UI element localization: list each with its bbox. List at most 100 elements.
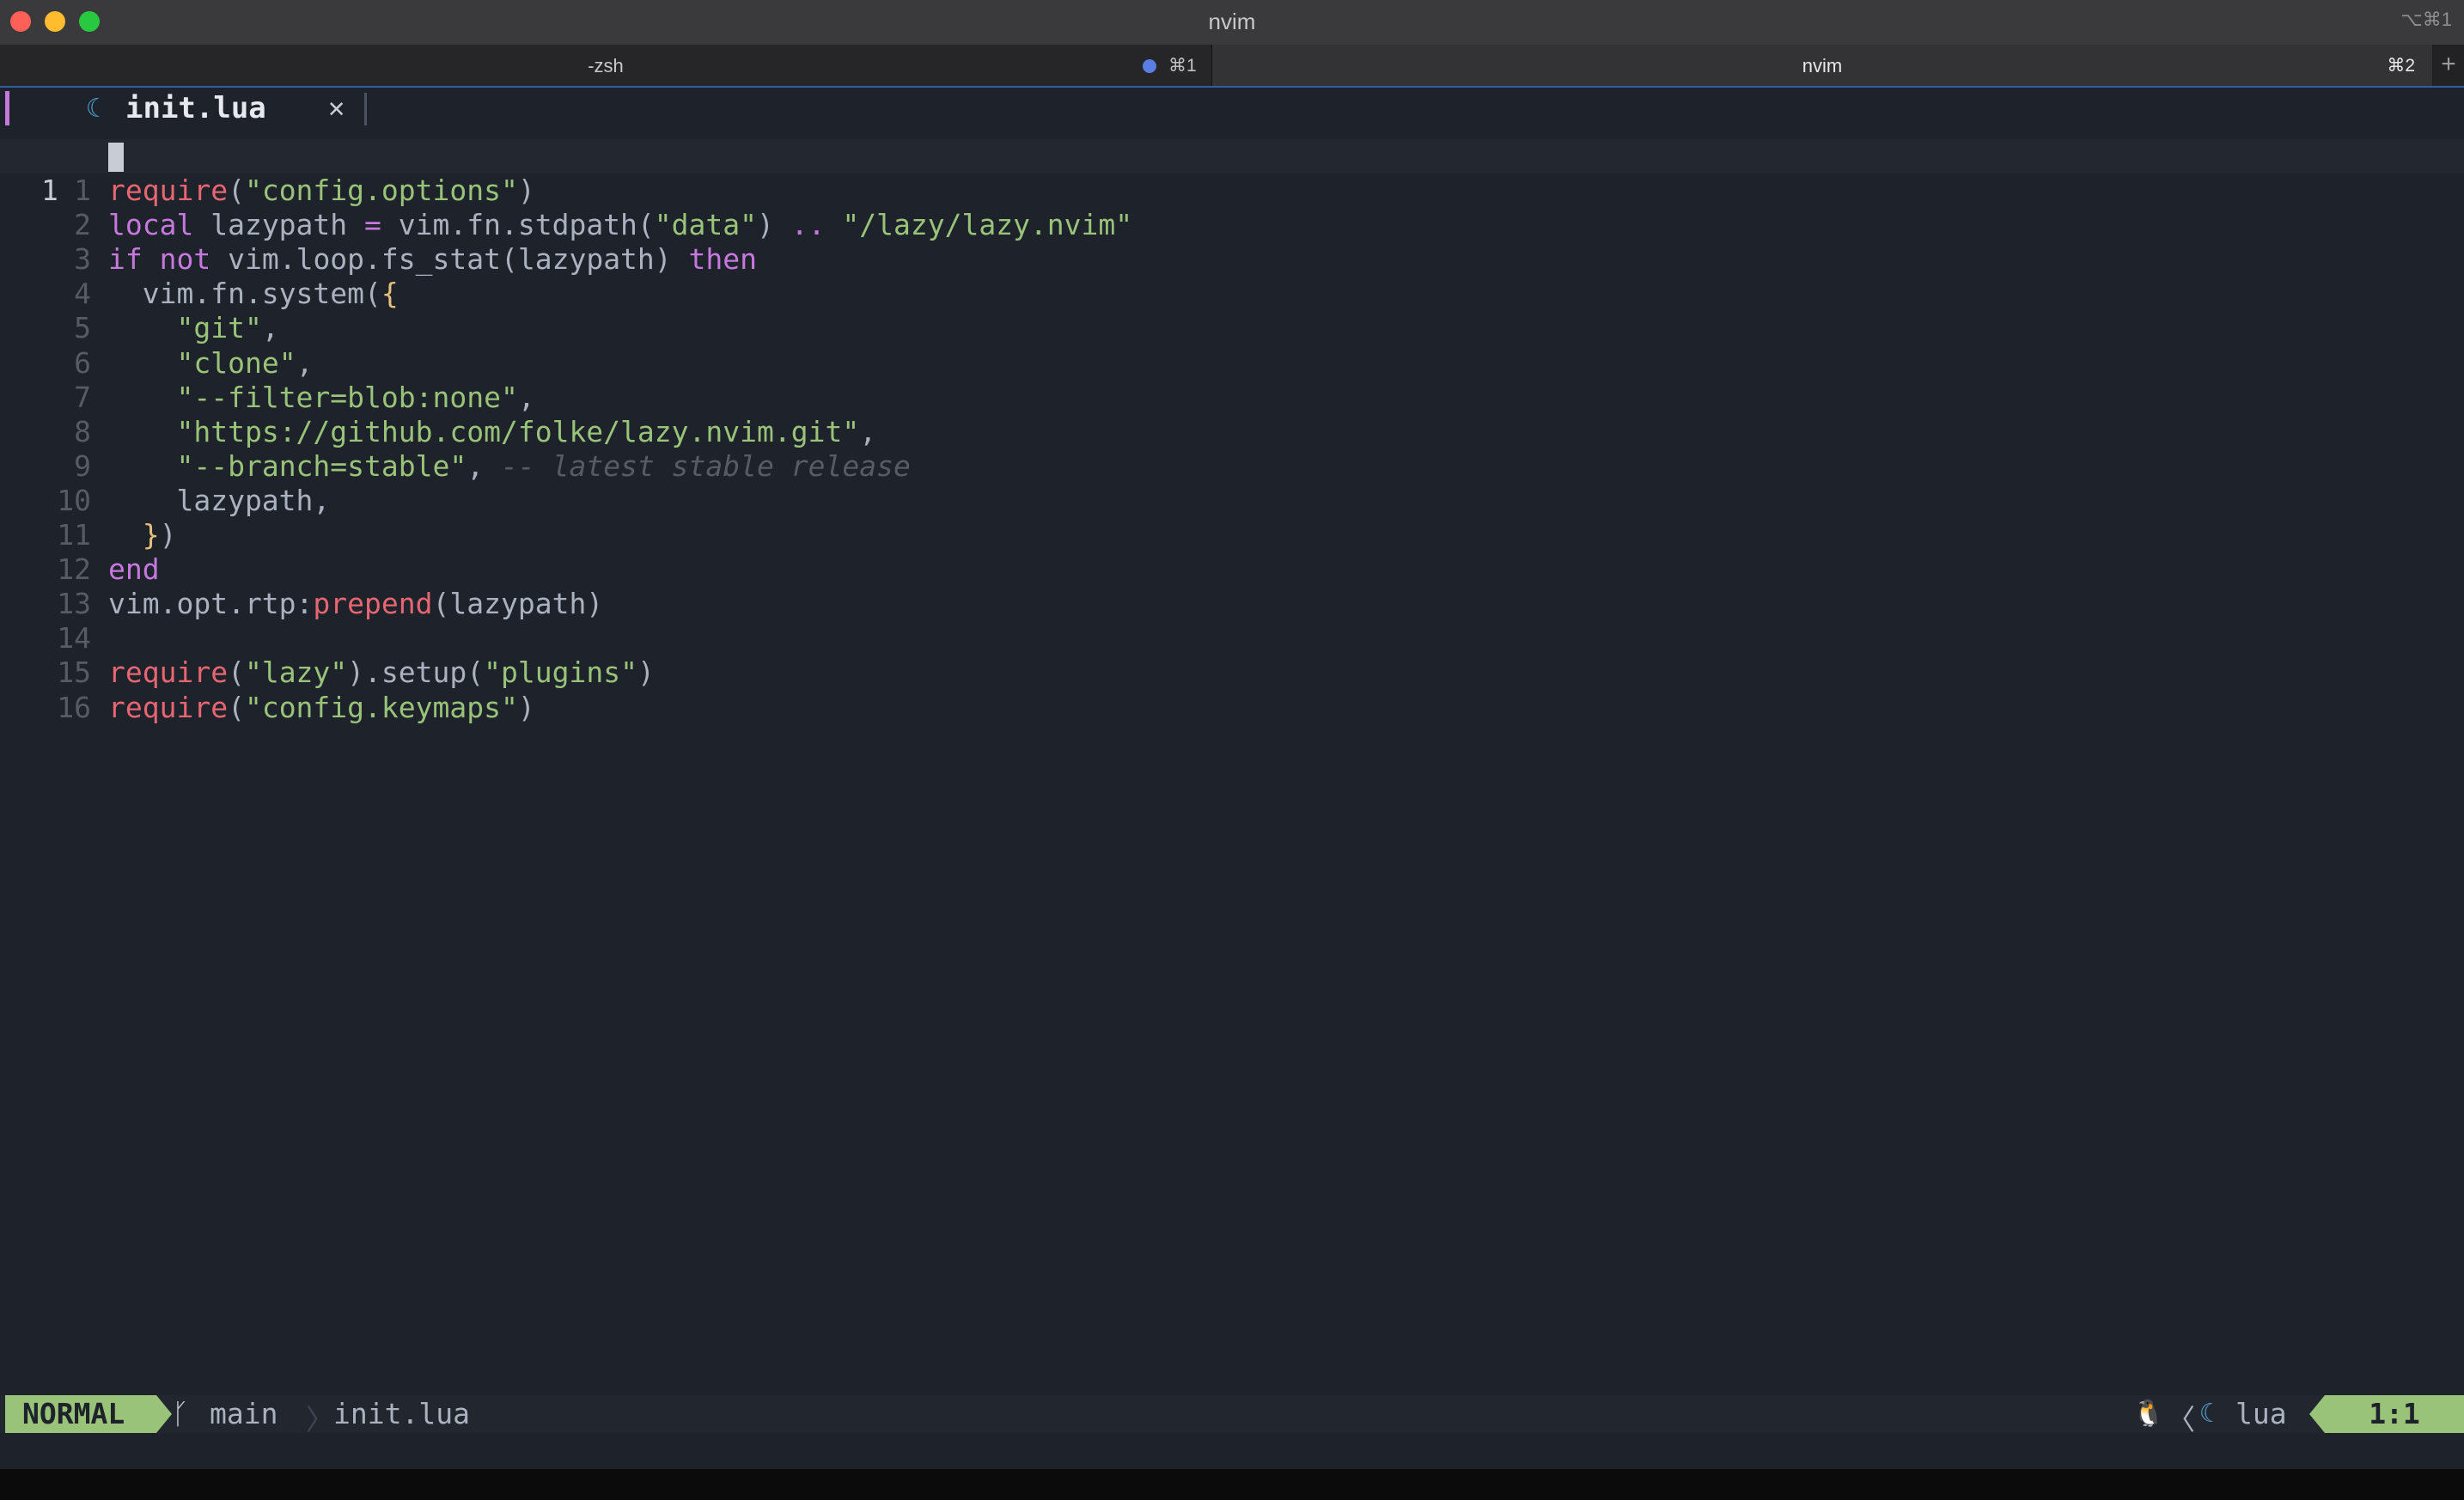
code-line[interactable]: 16 require("config.keymaps") bbox=[0, 691, 2464, 725]
close-buffer-icon[interactable]: ✕ bbox=[328, 91, 345, 124]
code-line[interactable]: 5 "git", bbox=[0, 311, 2464, 345]
line-number: 9 bbox=[74, 448, 91, 483]
code-text: if not vim.loop.fs_stat(lazypath) then bbox=[108, 242, 757, 277]
activity-dot-icon bbox=[1143, 59, 1156, 73]
code-token: ) bbox=[517, 690, 535, 724]
line-number: 2 bbox=[74, 208, 91, 242]
code-line[interactable]: 1 require("config.options") bbox=[0, 174, 2464, 208]
code-text: require("config.options") bbox=[108, 174, 535, 208]
terminal-window: nvim ⌥⌘1 -zsh ⌘1 nvim ⌘2 + ☾ init.lua ✕ … bbox=[0, 0, 2464, 1500]
code-text: require("lazy").setup("plugins") bbox=[108, 655, 655, 690]
cursor-position: 1:1 bbox=[2325, 1395, 2464, 1433]
line-number: 7 bbox=[74, 380, 91, 414]
line-number: 6 bbox=[74, 345, 91, 380]
line-number: 13 bbox=[57, 587, 91, 621]
code-token: = bbox=[364, 208, 381, 242]
neovim-editor[interactable]: ☾ init.lua ✕ 1 1 require("config.options"… bbox=[0, 88, 2464, 1460]
code-token: .. bbox=[790, 208, 826, 242]
code-token: "git" bbox=[176, 311, 262, 345]
code-area[interactable]: 1 1 require("config.options") 2 local lazyp… bbox=[0, 139, 2464, 725]
code-token: , bbox=[467, 448, 501, 483]
status-line: NORMAL ᚴ main 〉 init.lua 🐧 〈 ☾ lua 1:1 bbox=[0, 1395, 2464, 1436]
terminal-tab-label: -zsh bbox=[588, 55, 624, 76]
code-line[interactable]: 7 "--filter=blob:none", bbox=[0, 381, 2464, 415]
code-text: local lazypath = vim.fn.stdpath("data") … bbox=[108, 208, 1132, 242]
code-text: "--filter=blob:none", bbox=[108, 381, 534, 415]
git-branch: main bbox=[210, 1397, 278, 1430]
command-line[interactable] bbox=[0, 1433, 2464, 1469]
code-token: } bbox=[142, 518, 160, 552]
code-token: require bbox=[108, 690, 229, 724]
code-token: vim.opt.rtp: bbox=[108, 587, 314, 621]
mode-indicator: NORMAL bbox=[5, 1395, 156, 1433]
terminal-tab-nvim[interactable]: nvim ⌘2 bbox=[1212, 45, 2432, 86]
code-token: -- latest stable release bbox=[501, 448, 911, 483]
terminal-tab-zsh[interactable]: -zsh ⌘1 bbox=[0, 45, 1212, 86]
buffer-name: init.lua bbox=[125, 91, 266, 125]
code-line[interactable]: 6 "clone", bbox=[0, 346, 2464, 381]
text-cursor bbox=[108, 143, 124, 172]
code-token: lazypath bbox=[193, 208, 365, 242]
code-line[interactable]: 4 vim.fn.system({ bbox=[0, 277, 2464, 311]
code-line-current[interactable]: 1 bbox=[0, 139, 2464, 207]
code-text: vim.fn.system({ bbox=[108, 277, 399, 311]
code-token: , bbox=[296, 345, 314, 380]
code-text: require("config.keymaps") bbox=[108, 691, 535, 725]
code-line[interactable]: 15 require("lazy").setup("plugins") bbox=[0, 655, 2464, 690]
buffer-line: ☾ init.lua ✕ bbox=[0, 88, 2464, 129]
code-text: vim.opt.rtp:prepend(lazypath) bbox=[108, 587, 603, 621]
code-line[interactable]: 8 "https://github.com/folke/lazy.nvim.gi… bbox=[0, 415, 2464, 449]
line-number: 10 bbox=[57, 483, 91, 517]
code-token: ) bbox=[517, 174, 535, 208]
code-token: vim.fn.system( bbox=[108, 277, 381, 311]
code-token: "clone" bbox=[176, 345, 296, 380]
code-token: ).setup( bbox=[347, 655, 485, 690]
line-number: 3 bbox=[74, 242, 91, 277]
code-text: "git", bbox=[108, 311, 279, 345]
lua-file-icon: ☾ bbox=[86, 94, 102, 124]
code-line[interactable]: 11 }) bbox=[0, 518, 2464, 552]
code-token: "plugins" bbox=[484, 655, 637, 690]
code-token: require bbox=[108, 655, 229, 690]
code-token: "/lazy/lazy.nvim" bbox=[842, 208, 1133, 242]
line-number: 1 bbox=[74, 174, 91, 208]
code-token: if bbox=[108, 242, 143, 277]
window-title: nvim bbox=[1208, 9, 1256, 34]
code-token: "config.options" bbox=[244, 174, 518, 208]
lua-file-icon: ☾ bbox=[2199, 1399, 2216, 1429]
new-tab-button[interactable]: + bbox=[2433, 45, 2464, 86]
code-line[interactable]: 10 lazypath, bbox=[0, 484, 2464, 518]
line-number: 12 bbox=[57, 552, 91, 587]
code-text: lazypath, bbox=[108, 484, 330, 518]
code-token: , bbox=[261, 311, 279, 345]
terminal-tab-shortcut: ⌘1 bbox=[1168, 56, 1197, 76]
code-line[interactable]: 13 vim.opt.rtp:prepend(lazypath) bbox=[0, 587, 2464, 621]
code-token: ( bbox=[228, 655, 245, 690]
code-token: ( bbox=[228, 690, 245, 724]
code-token: ) bbox=[757, 208, 791, 242]
code-line[interactable]: 9 "--branch=stable", -- latest stable re… bbox=[0, 449, 2464, 484]
code-text: "--branch=stable", -- latest stable rele… bbox=[108, 448, 911, 484]
linux-penguin-icon: 🐧 bbox=[2132, 1399, 2165, 1429]
code-line[interactable]: 2 local lazypath = vim.fn.stdpath("data")… bbox=[0, 208, 2464, 242]
git-branch-icon: ᚴ bbox=[172, 1397, 189, 1430]
code-token: "config.keymaps" bbox=[244, 690, 518, 724]
section-separator: 〉 bbox=[306, 1403, 334, 1436]
code-line[interactable]: 3 if not vim.loop.fs_stat(lazypath) then bbox=[0, 242, 2464, 277]
terminal-tab-label: nvim bbox=[1802, 55, 1843, 76]
mode-separator-arrow bbox=[156, 1395, 172, 1433]
position-separator-arrow bbox=[2309, 1395, 2325, 1433]
code-line[interactable]: 12 end bbox=[0, 552, 2464, 587]
code-token: ) bbox=[159, 518, 177, 552]
title-bar: nvim ⌥⌘1 bbox=[0, 0, 2464, 45]
code-token: "--branch=stable" bbox=[176, 448, 467, 483]
code-line[interactable]: 14 bbox=[0, 621, 2464, 655]
code-token: { bbox=[381, 277, 399, 311]
line-number: 5 bbox=[74, 311, 91, 345]
